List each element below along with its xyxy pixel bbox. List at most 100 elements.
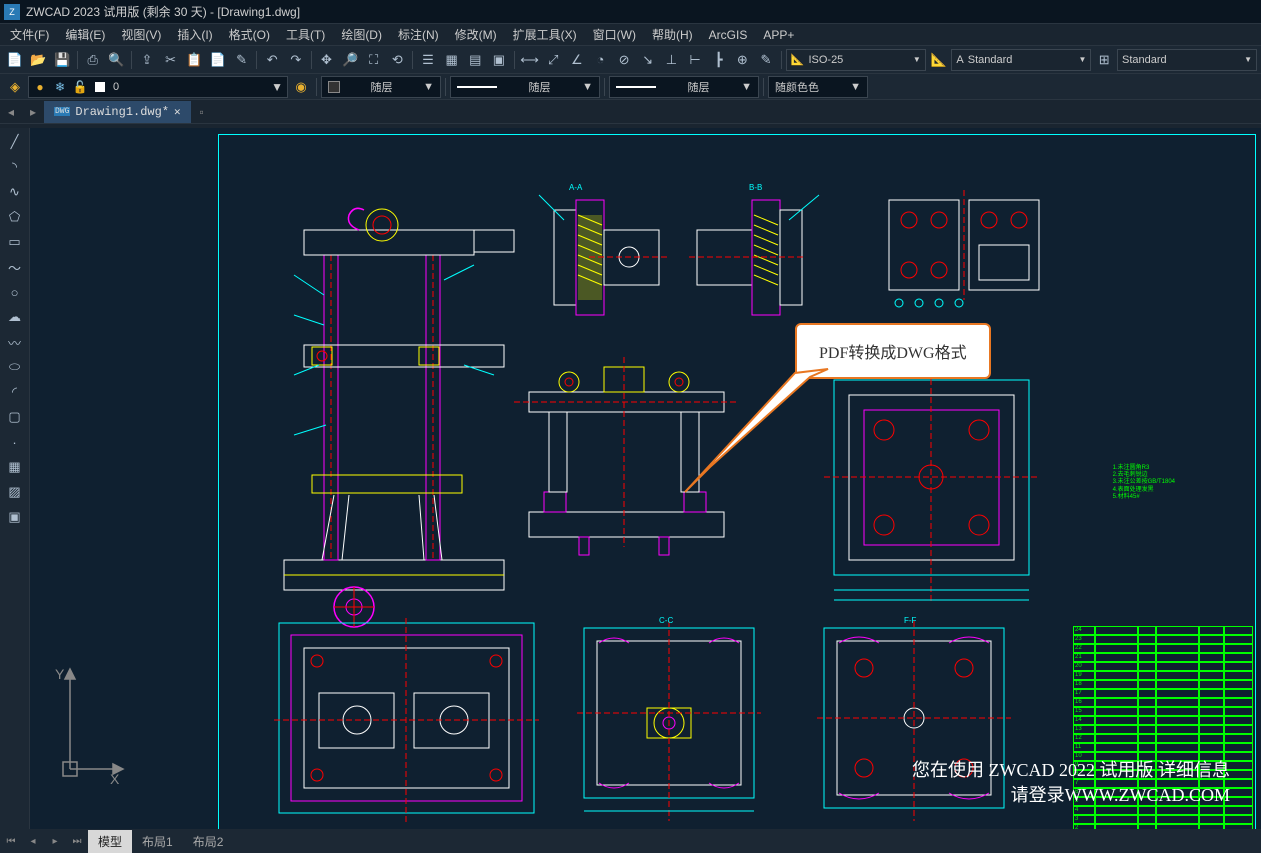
zoom-button[interactable]: 🔎	[339, 49, 361, 71]
tab-next-button[interactable]: ▸	[22, 101, 44, 123]
save-button[interactable]: 💾	[51, 49, 73, 71]
dim-leader-icon[interactable]: ↘	[637, 49, 659, 71]
dim-edit-icon[interactable]: ✎	[755, 49, 777, 71]
menu-e[interactable]: 编辑(E)	[57, 24, 113, 45]
match-button[interactable]: ✎	[231, 49, 253, 71]
polygon-tool-button[interactable]: ⬠	[3, 205, 27, 229]
spline-tool-button[interactable]: ∿	[3, 180, 27, 204]
tab-prev-button[interactable]: ◂	[0, 101, 22, 123]
menu-m[interactable]: 修改(M)	[447, 24, 505, 45]
dimstyle-manager-icon[interactable]: 📐	[928, 49, 950, 71]
dim-radius-icon[interactable]: ◔	[590, 49, 612, 71]
pan-button[interactable]: ✥	[316, 49, 338, 71]
layout-prev-button[interactable]: ◂	[22, 830, 44, 852]
new-tab-button[interactable]: ▫	[191, 101, 213, 123]
line-tool-button[interactable]: ╱	[3, 130, 27, 154]
drawing-canvas[interactable]: Y X	[30, 128, 1261, 829]
new-button[interactable]: 📄	[4, 49, 26, 71]
area-tool-button[interactable]: ▣	[3, 505, 27, 529]
calc-button[interactable]: ▣	[488, 49, 510, 71]
menu-x[interactable]: 扩展工具(X)	[505, 24, 585, 45]
layer-freeze-icon[interactable]: ❄	[53, 80, 67, 94]
dim-linear-icon[interactable]: ⟷	[519, 49, 541, 71]
open-button[interactable]: 📂	[28, 49, 50, 71]
copy-button[interactable]: 📋	[183, 49, 205, 71]
curve-tool-button[interactable]: ～	[3, 255, 27, 279]
menu-n[interactable]: 标注(N)	[390, 24, 447, 45]
dim-cont-icon[interactable]: ⊢	[684, 49, 706, 71]
layer-on-icon[interactable]: ●	[33, 80, 47, 94]
app-title: ZWCAD 2023 试用版 (剩余 30 天) - [Drawing1.dwg…	[26, 3, 300, 20]
hatch-tool-button[interactable]: ▨	[3, 480, 27, 504]
layout-tabs: ⏮ ◂ ▸ ⏭ 模型布局1布局2	[0, 829, 1261, 853]
ellipse-tool-button[interactable]: ⬭	[3, 355, 27, 379]
pt-tool-button[interactable]: ·	[3, 430, 27, 454]
menu-w[interactable]: 窗口(W)	[585, 24, 644, 45]
dimstyle-dropdown[interactable]: 📐ISO-25▼	[786, 49, 926, 71]
layout-last-button[interactable]: ⏭	[66, 830, 88, 852]
menu-f[interactable]: 文件(F)	[2, 24, 57, 45]
plot-button[interactable]: ⎙	[82, 49, 104, 71]
menu-v[interactable]: 视图(V)	[113, 24, 169, 45]
layout-first-button[interactable]: ⏮	[0, 830, 22, 852]
dim-center-icon[interactable]: ⊕	[731, 49, 753, 71]
props-button[interactable]: ☰	[417, 49, 439, 71]
layer-lock-icon[interactable]: 🔓	[73, 80, 87, 94]
preview-button[interactable]: 🔍	[106, 49, 128, 71]
tablestyle-dropdown[interactable]: Standard▼	[1117, 49, 1257, 71]
menu-h[interactable]: 帮助(H)	[644, 24, 701, 45]
cloud-tool-button[interactable]: ☁	[3, 305, 27, 329]
drawing-notes: 1.未注圆角R32.去毛刺锐边3.未注公差按GB/T18044.表面处理发黑5.…	[1113, 465, 1175, 501]
block-tool-button[interactable]: ▢	[3, 405, 27, 429]
layer-color-icon[interactable]	[93, 80, 107, 94]
publish-button[interactable]: ⇪	[136, 49, 158, 71]
block-dropdown[interactable]: 随层▼	[321, 76, 441, 98]
zoomwin-button[interactable]: ⛶	[363, 49, 385, 71]
layout-tab-1[interactable]: 布局1	[132, 830, 183, 853]
file-tab-drawing1[interactable]: DWG Drawing1.dwg* ✕	[44, 101, 191, 123]
undo-button[interactable]: ↶	[261, 49, 283, 71]
textstyle-dropdown[interactable]: AStandard▼	[951, 49, 1091, 71]
layout-tab-0[interactable]: 模型	[88, 830, 132, 853]
circle-tool-button[interactable]: ○	[3, 280, 27, 304]
cut-button[interactable]: ✂	[160, 49, 182, 71]
dwg-section-ab: A-A B-B	[529, 175, 839, 330]
redo-button[interactable]: ↷	[285, 49, 307, 71]
tablestyle-icon[interactable]: ⊞	[1093, 49, 1115, 71]
earc-tool-button[interactable]: ◜	[3, 380, 27, 404]
rect-tool-button[interactable]: ▭	[3, 230, 27, 254]
lineweight-dropdown[interactable]: 随层▼	[609, 76, 759, 98]
designcenter-button[interactable]: ▦	[441, 49, 463, 71]
menubar: 文件(F)编辑(E)视图(V)插入(I)格式(O)工具(T)绘图(D)标注(N)…	[0, 24, 1261, 46]
layer-toolbar: ◈ ● ❄ 🔓 ▼ ◉ 随层▼ 随层▼ 随层▼ 随颜色色▼	[0, 74, 1261, 100]
menu-o[interactable]: 格式(O)	[221, 24, 278, 45]
dim-aligned-icon[interactable]: ⤢	[542, 49, 564, 71]
menu-i[interactable]: 插入(I)	[169, 24, 220, 45]
plotcolor-dropdown[interactable]: 随颜色色▼	[768, 76, 868, 98]
menu-app[interactable]: APP+	[755, 26, 802, 44]
arc-tool-button[interactable]: ◝	[3, 155, 27, 179]
grid-tool-button[interactable]: ▦	[3, 455, 27, 479]
zoomprev-button[interactable]: ⟲	[387, 49, 409, 71]
workarea: ╱◝∿⬠▭～○☁〰⬭◜▢·▦▨▣ Y X	[0, 128, 1261, 829]
linetype-dropdown[interactable]: 随层▼	[450, 76, 600, 98]
dim-dia-icon[interactable]: ⊘	[613, 49, 635, 71]
layer-selector[interactable]: ● ❄ 🔓 ▼	[28, 76, 288, 98]
menu-t[interactable]: 工具(T)	[278, 24, 333, 45]
layout-tab-2[interactable]: 布局2	[183, 830, 234, 853]
dim-base-icon[interactable]: ┣	[708, 49, 730, 71]
ucs-icon: Y X	[35, 654, 125, 794]
close-tab-button[interactable]: ✕	[174, 105, 181, 119]
paste-button[interactable]: 📄	[207, 49, 229, 71]
wave-tool-button[interactable]: 〰	[3, 330, 27, 354]
document-tabs: ◂ ▸ DWG Drawing1.dwg* ✕ ▫	[0, 100, 1261, 124]
layeriso-button[interactable]: ◉	[290, 76, 312, 98]
layout-next-button[interactable]: ▸	[44, 830, 66, 852]
palette-button[interactable]: ▤	[464, 49, 486, 71]
menu-arcgis[interactable]: ArcGIS	[701, 26, 756, 44]
menu-d[interactable]: 绘图(D)	[333, 24, 390, 45]
dim-ord-icon[interactable]: ⊥	[661, 49, 683, 71]
layermgr-button[interactable]: ◈	[4, 76, 26, 98]
dim-angular-icon[interactable]: ∠	[566, 49, 588, 71]
layer-name-input[interactable]	[113, 81, 265, 93]
